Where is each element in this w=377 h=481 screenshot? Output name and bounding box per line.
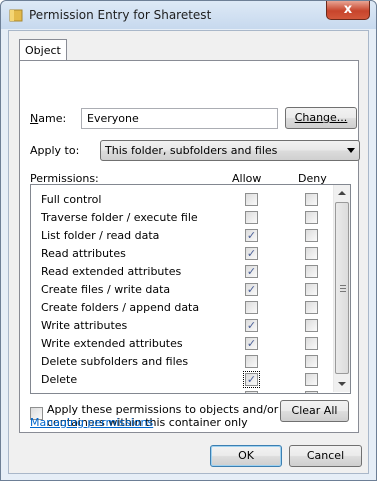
allow-checkbox[interactable]: ✓ [245,283,258,296]
dialog-client-area: Object Name: Everyone Change... Apply to… [8,30,369,474]
name-label: Name: [30,112,67,125]
cancel-button[interactable]: Cancel [289,445,362,467]
ok-button[interactable]: OK [210,445,282,467]
permission-name: Write extended attributes [41,337,183,350]
change-button[interactable]: Change... [285,107,357,129]
managing-permissions-link[interactable]: Managing permissions [30,416,153,429]
allow-checkbox[interactable] [245,301,258,314]
allow-checkbox[interactable] [245,193,258,206]
deny-checkbox[interactable] [305,337,318,350]
allow-checkbox[interactable] [245,391,258,393]
permission-row: Traverse folder / execute file [31,209,334,227]
deny-checkbox[interactable] [305,391,318,393]
allow-checkbox[interactable] [245,211,258,224]
permission-name: Traverse folder / execute file [41,211,198,224]
deny-checkbox[interactable] [305,193,318,206]
deny-checkbox[interactable] [305,355,318,368]
tab-object[interactable]: Object [19,39,67,61]
grip-icon [340,285,346,292]
scroll-up-arrow-icon[interactable] [338,191,346,195]
permission-name: Create folders / append data [41,301,200,314]
permission-row: List folder / read data ✓ [31,227,334,245]
permission-name: Delete subfolders and files [41,355,189,368]
permission-row: Write extended attributes ✓ [31,335,334,353]
scroll-down-arrow-icon[interactable] [338,382,346,386]
deny-checkbox[interactable] [305,211,318,224]
deny-checkbox[interactable] [305,229,318,242]
permission-name: Read extended attributes [41,265,182,278]
permission-name: Delete [41,373,78,386]
close-button[interactable]: x [326,1,370,20]
permission-row: Write attributes ✓ [31,317,334,335]
allow-checkbox[interactable]: ✓ [245,319,258,332]
chevron-down-icon [347,148,355,153]
apply-to-value: This folder, subfolders and files [105,144,278,157]
allow-checkbox[interactable] [245,355,258,368]
permissions-list[interactable]: Full control Traverse folder / execute fi… [30,184,351,394]
permission-name: Write attributes [41,319,128,332]
deny-checkbox[interactable] [305,247,318,260]
permission-name: Read attributes [41,247,126,260]
deny-checkbox[interactable] [305,283,318,296]
permission-name: Full control [41,193,102,206]
permission-entry-dialog: Permission Entry for Sharetest x Object … [0,0,377,481]
apply-to-select[interactable]: This folder, subfolders and files [100,140,360,161]
title-bar[interactable]: Permission Entry for Sharetest x [1,1,376,29]
apply-to-label: Apply to: [30,144,80,157]
permission-row: Create folders / append data [31,299,334,317]
allow-checkbox[interactable]: ✓ [245,247,258,260]
permission-row [31,389,334,393]
object-tab-panel: Name: Everyone Change... Apply to: This … [19,60,360,433]
deny-checkbox[interactable] [305,319,318,332]
allow-checkbox[interactable]: ✓ [245,265,258,278]
permissions-scrollbar[interactable] [333,185,350,392]
allow-checkbox[interactable]: ✓ [243,371,260,388]
allow-checkbox[interactable]: ✓ [245,229,258,242]
window-title: Permission Entry for Sharetest [29,8,212,22]
permission-name: Create files / write data [41,283,171,296]
deny-checkbox[interactable] [305,265,318,278]
permission-row: Create files / write data ✓ [31,281,334,299]
permission-row: Read attributes ✓ [31,245,334,263]
permission-row: Delete ✓ [31,371,334,389]
permission-row: Full control [31,191,334,209]
allow-checkbox[interactable]: ✓ [245,337,258,350]
name-field[interactable]: Everyone [81,108,278,129]
scrollbar-thumb[interactable] [335,202,349,374]
deny-checkbox[interactable] [305,373,318,386]
permission-row: Read extended attributes ✓ [31,263,334,281]
deny-checkbox[interactable] [305,301,318,314]
clear-all-button[interactable]: Clear All [280,400,349,422]
permission-name: List folder / read data [41,229,160,242]
folder-icon [9,9,23,22]
permission-row: Delete subfolders and files [31,353,334,371]
